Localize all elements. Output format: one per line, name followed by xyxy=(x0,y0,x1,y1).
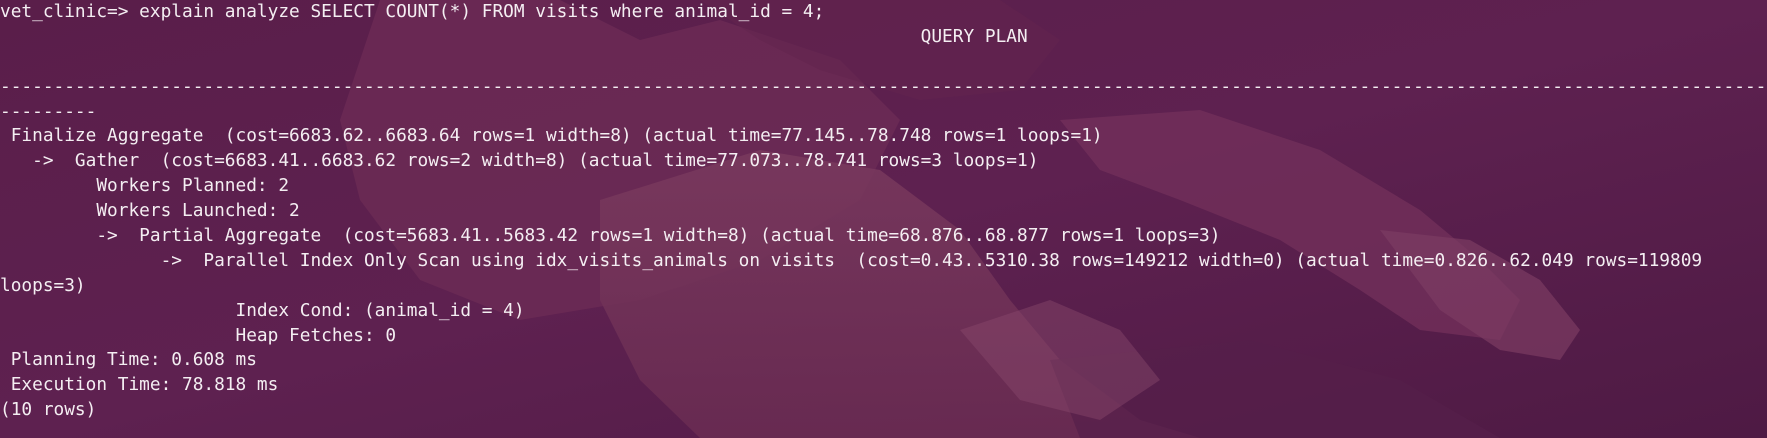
plan-row: Finalize Aggregate (cost=6683.62..6683.6… xyxy=(0,125,1103,147)
plan-row: Workers Launched: 2 xyxy=(0,200,300,222)
terminal-window[interactable]: vet_clinic=> explain analyze SELECT COUN… xyxy=(0,0,1767,438)
plan-row: Heap Fetches: 0 xyxy=(0,324,397,346)
execution-time-row: Execution Time: 78.818 ms xyxy=(0,374,279,396)
query-plan-header: QUERY PLAN xyxy=(0,25,1028,47)
plan-row-wrap: loops=3) xyxy=(0,274,86,296)
row-count-footer: (10 rows) xyxy=(0,399,97,421)
planning-time-row: Planning Time: 0.608 ms xyxy=(0,349,257,371)
terminal-output[interactable]: vet_clinic=> explain analyze SELECT COUN… xyxy=(0,0,1767,423)
separator-line: ----------------------------------------… xyxy=(0,75,1767,97)
prompt-command-line: vet_clinic=> explain analyze SELECT COUN… xyxy=(0,1,825,22)
plan-row: Workers Planned: 2 xyxy=(0,175,290,197)
plan-row: -> Parallel Index Only Scan using idx_vi… xyxy=(0,249,1703,271)
separator-line-wrap: --------- xyxy=(0,100,97,122)
plan-row: Index Cond: (animal_id = 4) xyxy=(0,299,525,321)
plan-row: -> Gather (cost=6683.41..6683.62 rows=2 … xyxy=(0,150,1039,172)
plan-row: -> Partial Aggregate (cost=5683.41..5683… xyxy=(0,225,1221,247)
